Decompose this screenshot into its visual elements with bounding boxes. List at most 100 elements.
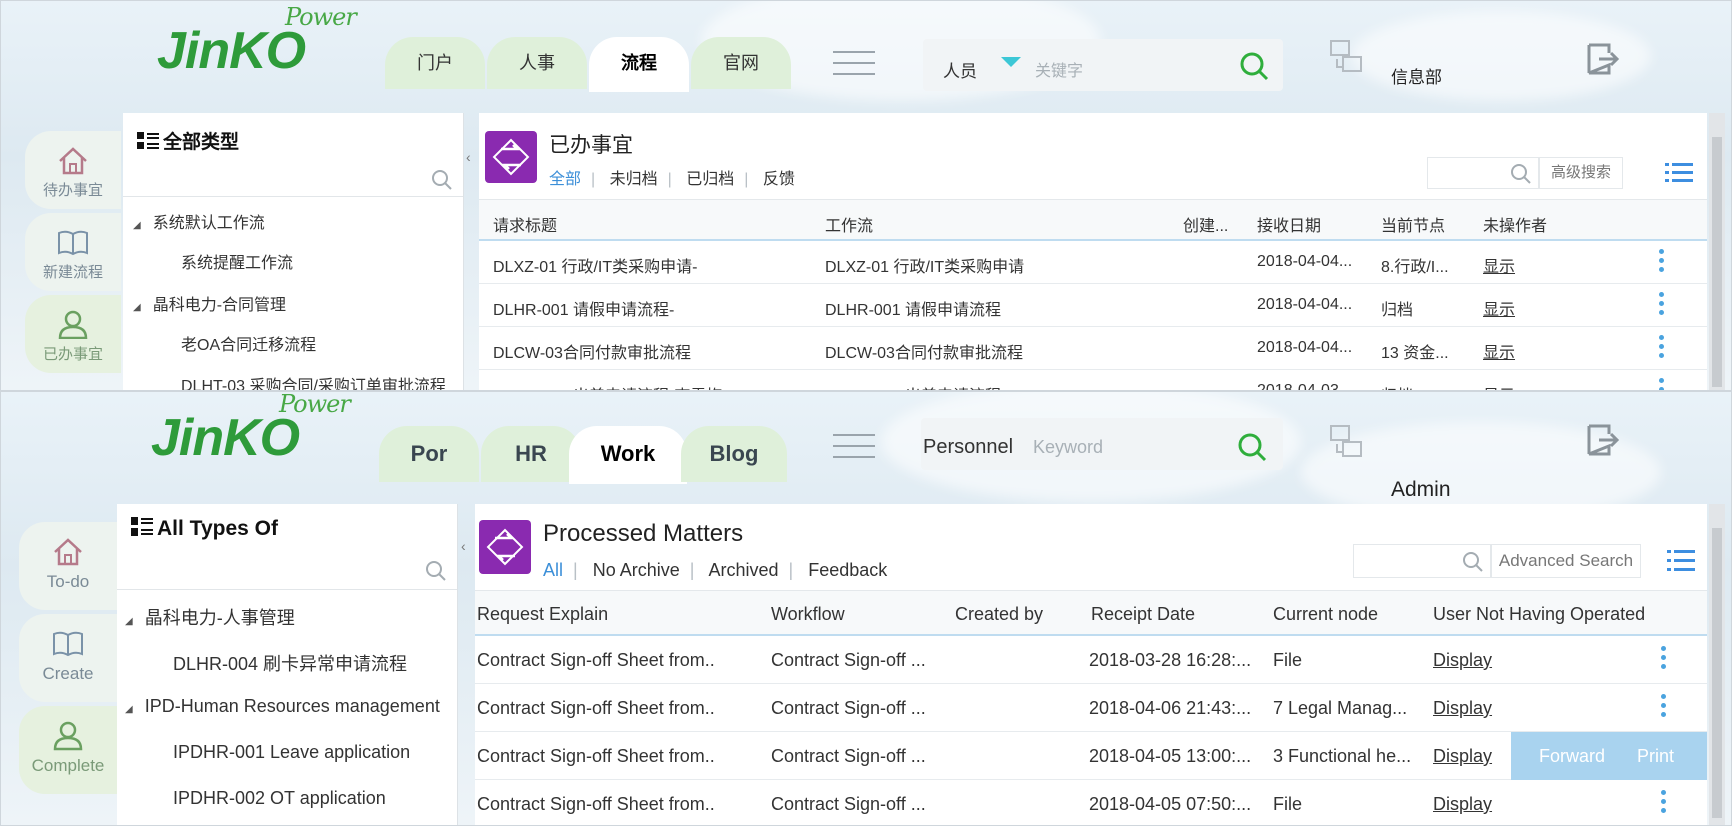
list-view-icon[interactable] [1665, 161, 1693, 185]
cell-title[interactable]: DLXZ-01 行政/IT类采购申请- [493, 253, 697, 277]
cell-title[interactable]: Contract Sign-off Sheet from.. [477, 794, 715, 815]
filter-all[interactable]: All [543, 560, 563, 580]
display-link[interactable]: 显示 [1483, 339, 1515, 363]
search-icon[interactable] [425, 560, 447, 582]
search-category-select[interactable]: Personnel [923, 436, 1013, 459]
row-more-icon[interactable] [1659, 335, 1664, 362]
forward-button[interactable]: Forward [1539, 746, 1605, 767]
nav-new-workflow[interactable]: 新建流程 [25, 213, 121, 291]
collapse-sidebar-icon[interactable]: ‹ [466, 149, 471, 165]
row-more-icon[interactable] [1661, 646, 1666, 673]
cell-title[interactable]: DLHR-001 请假申请流程- [493, 296, 674, 320]
nav-todo[interactable]: To-do [19, 522, 117, 610]
tree-search-input[interactable] [123, 161, 463, 197]
display-link[interactable]: 显示 [1483, 253, 1515, 277]
display-link[interactable]: 显示 [1483, 296, 1515, 320]
tab-hr[interactable]: HR [481, 426, 581, 482]
table-row[interactable]: DLCW-03合同付款审批流程 DLCW-03合同付款审批流程 2018-04-… [479, 327, 1707, 370]
tab-hr[interactable]: 人事 [487, 37, 587, 89]
display-link[interactable]: Display [1433, 698, 1492, 719]
tab-portal[interactable]: Por [379, 426, 479, 482]
collapse-triangle-icon[interactable]: ◢ [133, 220, 141, 231]
tree-leaf[interactable]: IPDHR-001 Leave application [173, 742, 410, 763]
display-link[interactable]: 显示 [1483, 382, 1515, 390]
collapse-triangle-icon[interactable]: ◢ [125, 704, 133, 715]
tab-workflow[interactable]: Work [569, 426, 687, 484]
row-more-icon[interactable] [1659, 292, 1664, 319]
dropdown-triangle-icon[interactable] [1001, 57, 1021, 67]
tree-leaf[interactable]: 系统提醒工作流 [181, 249, 293, 273]
advanced-search-button[interactable]: 高级搜索 [1539, 157, 1623, 189]
search-icon[interactable] [1462, 551, 1484, 573]
column-header[interactable]: Receipt Date [1091, 604, 1195, 625]
table-row[interactable]: DLHR-002 出差申请流程-李雪梅-20 DLHR-002 出差申请流程 2… [479, 370, 1707, 390]
nav-completed[interactable]: Complete [19, 706, 117, 794]
tree-node[interactable]: ◢ 晶科电力-人事管理 [125, 604, 295, 630]
tree-node[interactable]: ◢ IPD-Human Resources management [125, 696, 440, 717]
column-header[interactable]: Current node [1273, 604, 1378, 625]
column-header[interactable]: 当前节点 [1381, 212, 1445, 236]
cell-title[interactable]: Contract Sign-off Sheet from.. [477, 698, 715, 719]
column-header[interactable]: User Not Having Operated [1433, 604, 1645, 625]
table-row[interactable]: DLXZ-01 行政/IT类采购申请- DLXZ-01 行政/IT类采购申请 2… [479, 241, 1707, 284]
logout-icon[interactable] [1585, 41, 1621, 77]
scrollbar[interactable] [1709, 113, 1725, 390]
collapse-sidebar-icon[interactable]: ‹ [461, 538, 466, 554]
scrollbar-thumb[interactable] [1712, 528, 1722, 818]
search-icon[interactable] [1239, 51, 1271, 83]
print-button[interactable]: Print [1637, 746, 1674, 767]
filter-feedback[interactable]: 反馈 [763, 171, 795, 188]
tree-leaf[interactable]: DLHR-004 刷卡异常申请流程 [173, 650, 407, 676]
column-header[interactable]: 工作流 [825, 212, 873, 236]
collapse-triangle-icon[interactable]: ◢ [125, 616, 133, 627]
tab-portal[interactable]: 门户 [385, 37, 485, 89]
switch-system-icon[interactable] [1327, 422, 1367, 462]
nav-todo[interactable]: 待办事宜 [25, 131, 121, 209]
logout-icon[interactable] [1585, 422, 1621, 458]
table-row[interactable]: DLHR-001 请假申请流程- DLHR-001 请假申请流程 2018-04… [479, 284, 1707, 327]
tab-blog[interactable]: Blog [681, 426, 787, 482]
filter-not-archived[interactable]: 未归档 [610, 171, 658, 188]
search-icon[interactable] [1510, 163, 1532, 185]
filter-archived[interactable]: 已归档 [686, 171, 734, 188]
hamburger-menu-icon[interactable] [833, 51, 875, 84]
scrollbar[interactable] [1709, 504, 1725, 825]
switch-system-icon[interactable] [1327, 37, 1367, 77]
quick-search-input[interactable] [1353, 544, 1491, 578]
search-input[interactable]: 关键字 [1035, 57, 1083, 81]
tab-website[interactable]: 官网 [691, 37, 791, 89]
column-header[interactable]: 未操作者 [1483, 212, 1547, 236]
filter-archived[interactable]: Archived [708, 560, 778, 580]
tree-leaf[interactable]: 老OA合同迁移流程 [181, 331, 316, 355]
table-row[interactable]: Contract Sign-off Sheet from.. Contract … [475, 732, 1707, 780]
search-icon[interactable] [431, 169, 453, 191]
column-header[interactable]: 接收日期 [1257, 212, 1321, 236]
tree-leaf[interactable]: DLHT-03 采购合同/采购订单审批流程 [181, 372, 446, 390]
tree-node[interactable]: ◢ 晶科电力-合同管理 [133, 291, 286, 315]
tree-search-input[interactable] [117, 550, 457, 590]
column-header[interactable]: Workflow [771, 604, 845, 625]
column-header[interactable]: Created by [955, 604, 1043, 625]
hamburger-menu-icon[interactable] [833, 434, 875, 467]
filter-all[interactable]: 全部 [549, 171, 581, 188]
table-row[interactable]: Contract Sign-off Sheet from.. Contract … [475, 684, 1707, 732]
tree-leaf[interactable]: IPDHR-002 OT application [173, 788, 386, 809]
cell-title[interactable]: Contract Sign-off Sheet from.. [477, 650, 715, 671]
scrollbar-thumb[interactable] [1712, 137, 1722, 387]
search-icon[interactable] [1237, 432, 1269, 464]
search-category-select[interactable]: 人员 [943, 57, 977, 82]
filter-feedback[interactable]: Feedback [808, 560, 887, 580]
display-link[interactable]: Display [1433, 794, 1492, 815]
table-row[interactable]: Contract Sign-off Sheet from.. Contract … [475, 636, 1707, 684]
display-link[interactable]: Display [1433, 746, 1492, 767]
tab-workflow[interactable]: 流程 [589, 37, 689, 92]
list-view-icon[interactable] [1667, 548, 1695, 574]
tree-node[interactable]: ◢ 系统默认工作流 [133, 209, 265, 233]
table-row[interactable]: Contract Sign-off Sheet from.. Contract … [475, 780, 1707, 825]
quick-search-input[interactable] [1427, 157, 1539, 189]
nav-create[interactable]: Create [19, 614, 117, 702]
nav-processed[interactable]: 已办事宜 [25, 295, 121, 373]
row-more-icon[interactable] [1661, 790, 1666, 817]
advanced-search-button[interactable]: Advanced Search [1491, 544, 1641, 578]
column-header[interactable]: 创建... [1183, 212, 1228, 236]
